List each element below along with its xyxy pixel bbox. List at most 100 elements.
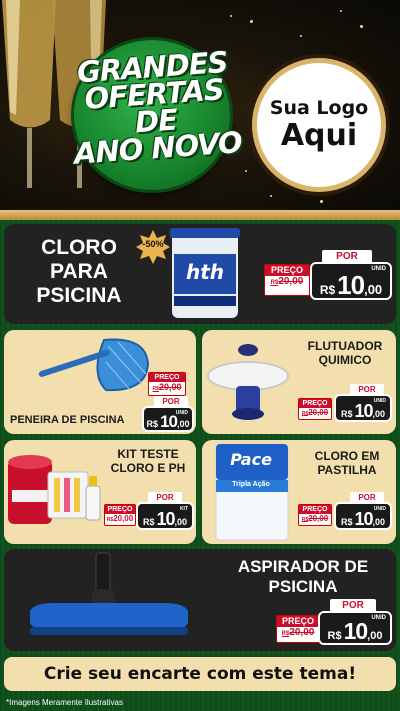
product-title: FLUTUADOR QUIMICO (298, 339, 392, 368)
price-cents: ,00 (367, 630, 383, 642)
unit-label: UNID (175, 410, 188, 416)
old-price-tag: PREÇO R$20,00 (298, 398, 332, 420)
currency: R$ (319, 283, 336, 297)
old-price-value: 20,00 (308, 408, 329, 417)
title-line: CLORO (41, 236, 117, 259)
product-card-aspirador[interactable]: ASPIRADOR DE PSICINA PREÇO R$20,00 POR R… (4, 549, 396, 651)
sparkle (360, 25, 363, 28)
badge-line: ANO NOVO (72, 125, 243, 171)
price-int: 10 (156, 509, 175, 529)
sparkle (340, 10, 342, 12)
pool-vacuum-head-icon (30, 552, 188, 635)
preco-label: PREÇO (265, 265, 309, 276)
sparkle (300, 35, 302, 37)
product-title: ASPIRADOR DE PSICINA (218, 557, 388, 596)
product-title: CLORO EM PASTILHA (302, 449, 392, 478)
title-line: PASTILHA (317, 462, 377, 477)
old-price-tag: PREÇO R$20,00 (104, 504, 136, 526)
sparkle (250, 20, 253, 23)
old-price-value: 20,00 (158, 382, 182, 392)
product-card-pastilha[interactable]: Pace Tripla Ação CLORO EM PASTILHA PREÇO… (202, 440, 396, 544)
price-int: 10 (343, 618, 369, 644)
product-card-flutuador[interactable]: FLUTUADOR QUIMICO PREÇO R$20,00 POR R$ 1… (202, 330, 396, 434)
title-line: PARA (50, 260, 108, 284)
title-line: FLUTUADOR (307, 339, 383, 353)
title-line: CLORO E PH (110, 460, 186, 475)
product-title: PENEIRA DE PISCINA (10, 414, 125, 426)
product-title: CLORO PARA PSICINA (14, 236, 144, 308)
old-price-tag: PREÇO R$20,00 (148, 372, 186, 396)
preco-label: PREÇO (299, 505, 331, 514)
brand-label: Pace (230, 450, 272, 469)
unit-label: UNID (371, 615, 386, 621)
currency: R$ (340, 517, 353, 527)
footnote: *Imagens Meramente Ilustrativas (6, 698, 123, 707)
price-int: 10 (354, 401, 373, 421)
product-card-kit[interactable]: KIT TESTE CLORO E PH PREÇO R$20,00 POR R… (4, 440, 196, 544)
product-title: KIT TESTE CLORO E PH (102, 447, 194, 476)
preco-label: PREÇO (277, 616, 319, 627)
price-cents: ,00 (176, 419, 190, 429)
preco-label: PREÇO (299, 399, 331, 408)
unit-label: UNID (373, 506, 386, 512)
currency: R$ (146, 419, 159, 429)
brand-label: hth (185, 260, 225, 284)
preco-label: PREÇO (105, 505, 135, 514)
header-banner: GRANDES OFERTAS DE ANO NOVO Sua Logo Aqu… (0, 0, 400, 212)
title-line: KIT TESTE (117, 447, 179, 461)
price-tag: R$ 10 ,00 KIT (136, 502, 194, 530)
old-price: R$20,00 (299, 514, 331, 523)
price-cents: ,00 (364, 282, 383, 297)
title-line: QUIMICO (318, 352, 372, 367)
old-price-value: 20,00 (113, 514, 134, 523)
badge-headline: GRANDES OFERTAS DE ANO NOVO (66, 45, 243, 171)
pool-skimmer-icon (38, 338, 150, 392)
sparkle (320, 200, 323, 203)
currency: R$ (142, 517, 155, 527)
price-int: 10 (354, 509, 373, 529)
product-card-peneira[interactable]: PENEIRA DE PISCINA PREÇO R$20,00 POR R$ … (4, 330, 196, 434)
preco-label: PREÇO (149, 373, 185, 382)
old-price-tag: PREÇO R$20,00 (298, 504, 332, 526)
currency: R$ (340, 409, 353, 419)
sparkle (230, 15, 232, 17)
old-price-value: 20,00 (278, 276, 304, 287)
price-tag: R$ 10 ,00 UNID (334, 502, 392, 530)
old-price: R$20,00 (277, 627, 319, 638)
gold-divider (0, 210, 400, 220)
brand-sub: Tripla Ação (232, 481, 270, 488)
unit-label: UNID (373, 398, 386, 404)
title-line: ASPIRADOR DE (237, 557, 369, 576)
price-int: 10 (160, 412, 178, 431)
old-price: R$20,00 (149, 382, 185, 392)
logo-placeholder: Sua Logo Aqui (252, 58, 386, 192)
price-int: 10 (337, 270, 365, 300)
discount-label: -50% (142, 239, 164, 249)
old-price-value: 20,00 (289, 627, 315, 638)
price-tag: R$ 10 ,00 UNID (142, 406, 194, 432)
unit-label: UNID (371, 266, 386, 272)
price-tag: R$ 10 ,00 UNID (334, 394, 392, 422)
price-cents: ,00 (174, 517, 188, 527)
test-kit-icon (8, 455, 101, 524)
sparkle (245, 170, 247, 172)
price-tag: R$ 10 ,00 UNID (318, 611, 392, 645)
currency: R$ (327, 630, 342, 642)
logo-line1: Sua Logo (269, 97, 369, 119)
price-cents: ,00 (372, 409, 386, 419)
cta-banner[interactable]: Crie seu encarte com este tema! (4, 657, 396, 691)
sparkle (270, 195, 272, 197)
price-cents: ,00 (372, 517, 386, 527)
unit-label: KIT (179, 506, 188, 512)
old-price: R$20,00 (105, 514, 135, 523)
old-price: R$20,00 (265, 276, 309, 287)
product-card-cloro[interactable]: CLORO PARA PSICINA -50% hth PREÇO R$20,0… (4, 224, 396, 324)
chlorine-floater-icon (207, 344, 289, 420)
old-price-tag: PREÇO R$20,00 (264, 264, 310, 296)
title-line: PSICINA (268, 576, 338, 596)
old-price: R$20,00 (299, 408, 331, 417)
price-tag: R$ 10 ,00 UNID (310, 262, 392, 300)
title-line: CLORO EM (314, 449, 380, 463)
title-line: PSICINA (36, 284, 122, 308)
old-price-value: 20,00 (308, 514, 329, 523)
